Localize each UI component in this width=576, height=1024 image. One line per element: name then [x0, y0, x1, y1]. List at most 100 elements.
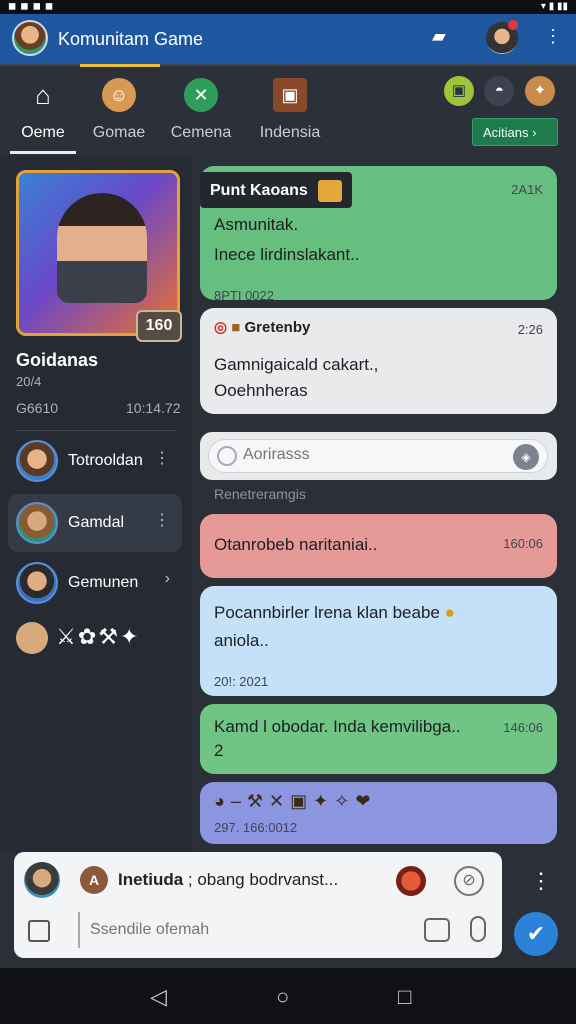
composer-title-rest: ; obang bodrvanst...	[187, 870, 339, 889]
message-footer: 297. 166:0012	[214, 820, 298, 835]
gem-sticker-icon[interactable]: ✦	[120, 624, 140, 649]
app-bar: Komunitam Game ▰ ⋮	[0, 14, 576, 64]
friend-item[interactable]: Totrooldan ⋮	[8, 432, 182, 490]
actions-label: Acitians	[483, 125, 529, 140]
system-note: Renetreramgis	[214, 486, 306, 502]
message-header: Punt Kaoans	[200, 172, 353, 208]
crate-icon: ■	[231, 319, 241, 336]
message-time: 160:06	[503, 536, 543, 551]
message-time: 2:26	[517, 322, 543, 337]
send-button[interactable]: ✔	[514, 912, 558, 956]
profile-stat: G6610	[16, 400, 59, 416]
message-text: 2	[214, 741, 224, 760]
profile-stat: 20/4	[16, 374, 42, 389]
message-bubble[interactable]: ◕–⚒✕▣✦✧❤ 297. 166:0012	[200, 782, 557, 844]
actions-button[interactable]: Acitians ›	[472, 118, 558, 146]
profile-stat: 10:14.72	[126, 400, 181, 416]
tab-label: Cemena	[170, 124, 232, 141]
notification-dot	[508, 20, 518, 30]
more-vert-icon[interactable]: ⋮	[530, 868, 552, 894]
crossed-sticker-icon: ✕	[269, 791, 291, 811]
message-input[interactable]	[78, 912, 438, 948]
tab-label: Oeme	[21, 124, 65, 141]
friend-item[interactable]: Gemunen ›	[8, 554, 182, 612]
composer: A Inetiuda ; obang bodrvanst... ⊘	[14, 852, 502, 958]
home-icon: ⌂	[35, 79, 51, 110]
profile-name: Goidanas	[16, 350, 99, 370]
message-text: aniola..	[214, 631, 269, 650]
tab-gomae[interactable]: ☺ Gomae	[84, 66, 154, 156]
page-title: Komunitam Game	[58, 29, 204, 49]
message-text: Gamnigaicald cakart.,	[214, 355, 379, 374]
boss-icon[interactable]	[396, 866, 426, 896]
friend-name: Totrooldan	[68, 452, 143, 469]
message-time: 2A1K	[511, 182, 543, 197]
friend-name: Gemunen	[68, 574, 139, 591]
message-bubble[interactable]: Pocannbirler lrena klan beabe ● aniola..…	[200, 586, 557, 696]
message-text: Kamd l obodar. Inda kemvilibga..	[214, 717, 461, 736]
map-icon[interactable]: ▰	[432, 26, 446, 47]
friend-item[interactable]: Gamdal ⋮	[8, 494, 182, 552]
friend-avatar	[16, 440, 58, 482]
more-vert-icon[interactable]: ⋮	[544, 26, 562, 47]
microphone-icon[interactable]	[470, 916, 486, 942]
helmet-icon[interactable]: ◓	[484, 76, 515, 106]
sword-sticker-icon[interactable]: ⚔	[56, 624, 78, 649]
mask-sticker-icon: ◕	[214, 791, 231, 811]
sidebar: 160 Goidanas 20/4 G6610 10:14.72 Totrool…	[0, 156, 192, 852]
treasure-icon: ▣	[273, 78, 307, 112]
composer-title: Inetiuda ; obang bodrvanst...	[118, 870, 338, 890]
gem-icon[interactable]: ▣	[444, 76, 474, 106]
tab-label: Gomae	[92, 124, 146, 141]
message-text-wrap: Pocannbirler lrena klan beabe ●	[214, 600, 455, 626]
axe-sticker-icon: ⚒	[246, 791, 270, 811]
message-text: Ooehnheras	[214, 381, 308, 400]
hammer-sticker-icon[interactable]: ⚒	[98, 624, 120, 649]
community-avatar[interactable]	[12, 20, 48, 56]
message-bubble[interactable]: ◎ ■ Gretenby 2:26 Gamnigaicald cakart., …	[200, 308, 557, 414]
more-icon[interactable]: ⋮	[154, 448, 170, 468]
camera-icon[interactable]	[424, 918, 450, 942]
message-text: Pocannbirler lrena klan beabe	[214, 603, 440, 622]
dark-sticker-icon: ✧	[334, 791, 356, 811]
nav-bar: ◁ ○ □	[0, 968, 576, 1024]
message-bubble[interactable]: Punt Kaoans 2A1K Asmunitak. Inece lirdin…	[200, 166, 557, 303]
tab-cemena[interactable]: ✕ Cemena	[162, 66, 240, 156]
tab-underline	[10, 151, 76, 154]
apps-grid-icon[interactable]	[28, 920, 50, 942]
message-footer: 20!: 2021	[214, 674, 269, 689]
message-title: Punt Kaoans	[210, 182, 308, 200]
back-icon[interactable]: ◁	[150, 984, 167, 1010]
tab-indensia[interactable]: ▣ Indensia	[248, 66, 332, 156]
chevron-right-icon[interactable]: ›	[165, 570, 170, 588]
coin-icon: ●	[444, 603, 455, 622]
search-icon	[217, 446, 237, 466]
sticker-row[interactable]: ⚔✿⚒✦	[16, 622, 140, 654]
chat-area: Punt Kaoans 2A1K Asmunitak. Inece lirdin…	[192, 156, 568, 852]
home-nav-icon[interactable]: ○	[276, 984, 289, 1010]
tab-oeme[interactable]: ⌂ Oeme	[10, 66, 76, 156]
tag-badge: A	[80, 866, 108, 894]
message-bubble[interactable]: Kamd l obodar. Inda kemvilibga.. 2 146:0…	[200, 704, 557, 774]
tab-label: Indensia	[259, 124, 321, 141]
flower-sticker-icon[interactable]: ✿	[78, 624, 98, 649]
message-footer: 8PTI 0022	[214, 288, 274, 303]
check-icon: ✔	[526, 921, 546, 946]
composer-avatar[interactable]	[24, 862, 60, 898]
tag-icon[interactable]: ◈	[513, 444, 539, 470]
blue-sticker-icon: ✦	[313, 791, 335, 811]
recents-icon[interactable]: □	[398, 984, 411, 1010]
friend-name: Gamdal	[68, 514, 125, 531]
divider	[16, 430, 176, 431]
avatar-sticker-icon[interactable]	[16, 622, 48, 654]
quick-icons: ▣ ◓ ✦	[444, 76, 561, 106]
rewards-icon[interactable]: ✦	[524, 76, 555, 106]
close-icon[interactable]: ⊘	[454, 866, 484, 896]
message-bubble[interactable]: Otanrobeb naritaniai.. 160:06	[200, 514, 557, 578]
emblem-icon: ◎	[214, 319, 228, 336]
search-input[interactable]	[243, 446, 503, 464]
flame-sticker-icon: ❤	[355, 791, 377, 811]
more-icon[interactable]: ⋮	[154, 510, 170, 530]
message-username: Gretenby	[244, 319, 311, 336]
search-box[interactable]: ◈	[208, 439, 548, 473]
